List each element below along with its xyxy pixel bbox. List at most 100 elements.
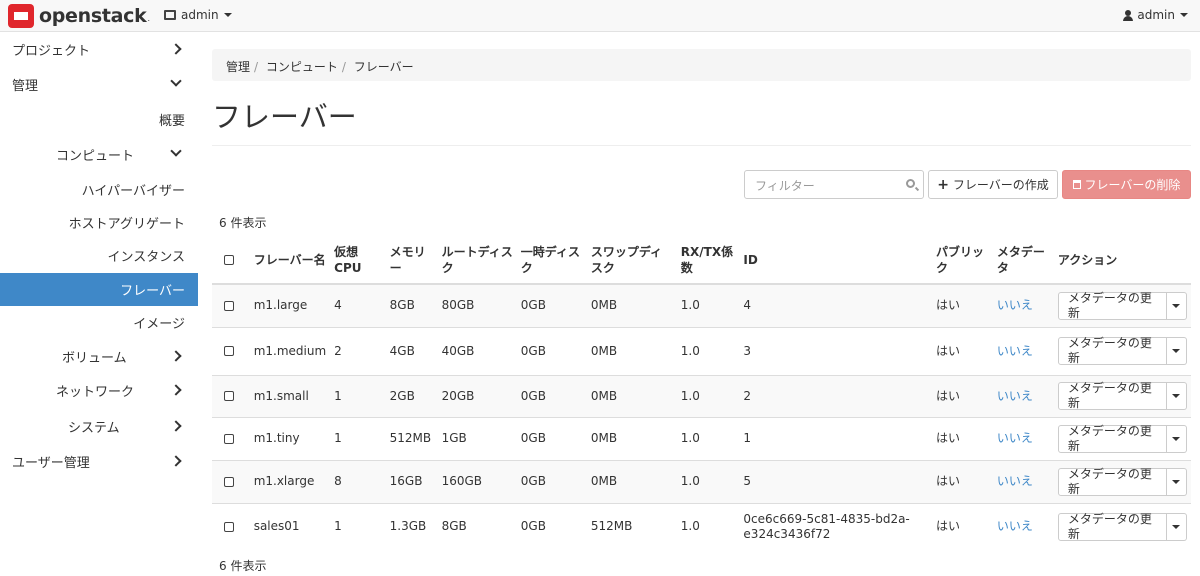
root-disk-cell: 20GB — [437, 374, 517, 417]
sidebar-item-label: ハイパーバイザー — [81, 184, 185, 199]
ram-cell: 1.3GB — [385, 502, 438, 550]
chevron-right-icon — [170, 43, 182, 55]
project-icon — [164, 10, 176, 20]
chevron-right-icon — [170, 455, 182, 467]
sidebar-item-label: システム — [68, 421, 120, 436]
column-header[interactable]: メタデータ — [992, 236, 1054, 285]
swap-disk-cell: 512MB — [586, 502, 677, 550]
sidebar-item-admin[interactable]: 管理 — [0, 68, 198, 101]
column-header[interactable]: ID — [739, 236, 932, 285]
action-dropdown-toggle[interactable] — [1166, 467, 1187, 496]
sidebar-item-hypervisors[interactable]: ハイパーバイザー — [0, 173, 198, 206]
flavor-name: m1.small — [249, 374, 331, 417]
rxtx-cell: 1.0 — [676, 283, 740, 327]
search-icon[interactable] — [906, 179, 915, 188]
rxtx-cell: 1.0 — [676, 459, 740, 503]
column-header[interactable]: ルートディスク — [437, 236, 517, 285]
column-header[interactable]: 一時ディスク — [516, 236, 587, 285]
update-metadata-button[interactable]: メタデータの更新 — [1057, 336, 1167, 365]
sidebar-item-flavors[interactable]: フレーバー — [0, 273, 198, 306]
caret-down-icon — [1172, 479, 1181, 484]
metadata-link[interactable]: いいえ — [992, 459, 1054, 503]
id-cell: 5 — [739, 459, 932, 503]
flavor-name: m1.large — [249, 283, 331, 327]
table-header-row: フレーバー名 仮想CPU メモリー ルートディスク 一時ディスク スワップディス… — [212, 236, 1191, 285]
column-header[interactable]: RX/TX係数 — [676, 236, 740, 285]
update-metadata-button[interactable]: メタデータの更新 — [1057, 291, 1167, 320]
column-header[interactable]: 仮想CPU — [330, 236, 386, 285]
chevron-down-icon — [170, 145, 182, 157]
update-metadata-button[interactable]: メタデータの更新 — [1057, 381, 1167, 410]
metadata-link[interactable]: いいえ — [992, 502, 1054, 550]
user-icon — [1123, 9, 1134, 21]
update-metadata-button[interactable]: メタデータの更新 — [1057, 512, 1167, 541]
table-row: m1.medium 2 4GB 40GB 0GB 0MB 1.0 3 はい いい… — [212, 326, 1191, 375]
caret-down-icon — [1180, 13, 1188, 17]
sidebar-item-system[interactable]: システム — [0, 410, 198, 443]
sidebar-item-identity[interactable]: ユーザー管理 — [0, 445, 198, 478]
sidebar-item-project[interactable]: プロジェクト — [0, 33, 198, 66]
metadata-link[interactable]: いいえ — [992, 374, 1054, 417]
public-cell: はい — [931, 502, 993, 550]
filter-input[interactable]: フィルター — [744, 170, 924, 199]
chevron-right-icon — [170, 350, 182, 362]
rxtx-cell: 1.0 — [676, 326, 740, 375]
flavor-name: m1.tiny — [249, 416, 331, 460]
action-dropdown-toggle[interactable] — [1166, 382, 1187, 410]
root-disk-cell: 1GB — [437, 416, 517, 460]
breadcrumb: 管理 / コンピュート / フレーバー — [212, 49, 1191, 81]
update-metadata-button[interactable]: メタデータの更新 — [1057, 424, 1167, 453]
row-checkbox[interactable] — [224, 521, 234, 532]
row-checkbox[interactable] — [224, 476, 234, 487]
ram-cell: 8GB — [385, 283, 438, 327]
caret-down-icon — [223, 13, 232, 17]
row-checkbox[interactable] — [224, 300, 234, 311]
vcpu-cell: 2 — [330, 326, 386, 375]
public-cell: はい — [931, 459, 993, 503]
update-metadata-button[interactable]: メタデータの更新 — [1057, 467, 1167, 496]
sidebar-item-volumes[interactable]: ボリューム — [0, 340, 198, 373]
breadcrumb-item[interactable]: コンピュート — [266, 60, 338, 74]
project-dropdown[interactable]: admin — [164, 8, 232, 22]
action-dropdown-toggle[interactable] — [1166, 512, 1187, 541]
row-checkbox[interactable] — [224, 391, 234, 401]
sidebar-item-instances[interactable]: インスタンス — [0, 239, 198, 272]
column-header[interactable]: スワップディスク — [586, 236, 677, 285]
delete-flavors-button[interactable]: フレーバーの削除 — [1062, 170, 1191, 199]
row-checkbox[interactable] — [224, 346, 234, 356]
action-dropdown-toggle[interactable] — [1166, 424, 1187, 453]
sidebar-item-label: フレーバー — [120, 284, 185, 299]
table-row: sales01 1 1.3GB 8GB 0GB 512MB 1.0 0ce6c6… — [212, 502, 1191, 550]
swap-disk-cell: 0MB — [586, 459, 677, 503]
sidebar-item-host-aggregates[interactable]: ホストアグリゲート — [0, 206, 198, 239]
create-flavor-button[interactable]: + フレーバーの作成 — [928, 170, 1058, 199]
ram-cell: 4GB — [385, 326, 438, 375]
openstack-logo[interactable]: openstack . — [8, 3, 150, 29]
metadata-link[interactable]: いいえ — [992, 326, 1054, 375]
action-dropdown-toggle[interactable] — [1166, 291, 1187, 320]
sidebar-item-compute[interactable]: コンピュート — [0, 138, 198, 171]
metadata-link[interactable]: いいえ — [992, 416, 1054, 460]
sidebar-item-overview[interactable]: 概要 — [0, 103, 198, 136]
sidebar-item-label: コンピュート — [56, 149, 135, 164]
trash-icon — [1072, 180, 1081, 189]
column-header[interactable]: メモリー — [385, 236, 438, 285]
breadcrumb-item[interactable]: 管理 — [226, 60, 250, 74]
sidebar-item-images[interactable]: イメージ — [0, 306, 198, 339]
metadata-link[interactable]: いいえ — [992, 283, 1054, 327]
row-checkbox[interactable] — [224, 433, 234, 444]
vcpu-cell: 1 — [330, 502, 386, 550]
root-disk-cell: 160GB — [437, 459, 517, 503]
column-header[interactable]: パブリック — [931, 236, 993, 285]
table-row: m1.tiny 1 512MB 1GB 0GB 0MB 1.0 1 はい いいえ… — [212, 416, 1191, 460]
action-dropdown-toggle[interactable] — [1166, 337, 1187, 365]
flavor-name: sales01 — [249, 502, 331, 550]
user-dropdown[interactable]: admin — [1123, 8, 1188, 22]
ram-cell: 512MB — [385, 416, 438, 460]
table-row: m1.xlarge 8 16GB 160GB 0GB 0MB 1.0 5 はい … — [212, 459, 1191, 503]
sidebar-item-network[interactable]: ネットワーク — [0, 374, 198, 407]
column-header[interactable]: フレーバー名 — [249, 236, 331, 285]
item-count-top: 6 件表示 — [219, 216, 267, 230]
select-all-checkbox[interactable] — [224, 255, 234, 265]
filter-placeholder: フィルター — [755, 179, 815, 193]
